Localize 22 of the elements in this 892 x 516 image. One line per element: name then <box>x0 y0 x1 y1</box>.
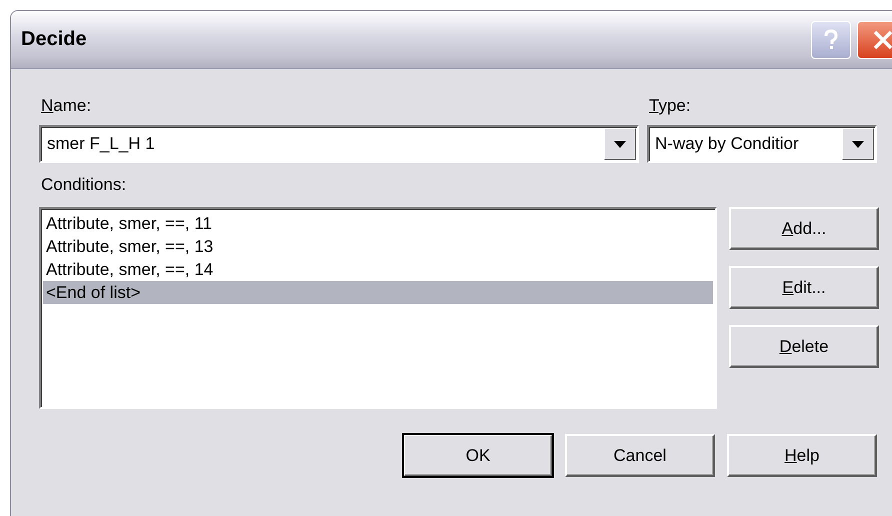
condition-item[interactable]: Attribute, smer, ==, 13 <box>43 235 713 258</box>
type-label: Type: <box>649 96 691 116</box>
condition-item[interactable]: Attribute, smer, ==, 14 <box>43 258 713 281</box>
name-label: Name: <box>41 96 92 116</box>
name-combo-box[interactable]: smer F_L_H 1 <box>39 125 639 163</box>
close-icon <box>872 28 892 50</box>
dialog-button[interactable]: Cancel <box>565 434 715 477</box>
condition-item[interactable]: Attribute, smer, ==, 11 <box>43 212 713 235</box>
down-arrow-icon <box>614 140 626 148</box>
type-dropdown[interactable]: N-way by Conditior <box>647 125 877 163</box>
conditions-label: Conditions: <box>41 175 126 195</box>
dialog-button[interactable]: OK <box>403 434 553 477</box>
list-action-button[interactable]: Delete <box>729 325 879 368</box>
list-action-button[interactable]: Edit... <box>729 266 879 309</box>
dropdown-button[interactable] <box>604 128 636 160</box>
question-mark-icon <box>823 28 839 50</box>
list-action-button[interactable]: Add... <box>729 207 879 250</box>
condition-item[interactable]: <End of list> <box>43 281 713 304</box>
down-arrow-icon <box>852 140 864 148</box>
dialog-button[interactable]: Help <box>727 434 877 477</box>
window-title: Decide <box>21 28 88 51</box>
dropdown-button[interactable] <box>842 128 874 160</box>
